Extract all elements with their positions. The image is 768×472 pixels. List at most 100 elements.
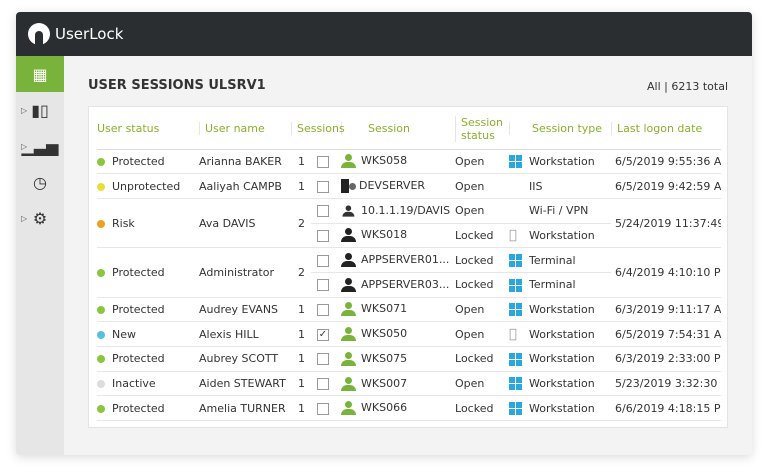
table-row[interactable]: Protected Arianna BAKER 1 WKS058 Open Worksta…: [97, 149, 722, 175]
status-dot-icon: [97, 182, 105, 191]
windows-icon: [509, 155, 523, 169]
user-name-cell: Ava DAVIS: [199, 198, 291, 249]
session-cell: WKS075: [341, 346, 456, 372]
session-status-cell: Open: [455, 297, 510, 323]
sidebar-item-sessions[interactable]: ▦: [16, 56, 64, 92]
table-row[interactable]: NewAlexis HILL1 ✓ WKS050Open Workstation6/…: [97, 321, 722, 347]
col-session-type[interactable]: Session type: [509, 109, 612, 150]
session-checkbox[interactable]: [317, 402, 329, 415]
last-logon-cell: 6/5/2019 9:42:59 AM: [611, 173, 722, 199]
user-name-cell: Aaliyah CAMPB: [199, 173, 291, 199]
userlock-logo-icon: [28, 23, 50, 45]
user-status-cell: Risk: [97, 198, 199, 249]
session-type-cell: Workstation: [529, 395, 612, 422]
session-cell: WKS007: [341, 371, 456, 397]
session-status-cell: Open: [455, 371, 510, 397]
session-type-cell: Wi-Fi / VPN: [529, 198, 612, 224]
status-dot-icon: [97, 305, 105, 314]
expand-arrow-icon[interactable]: ▷: [21, 106, 27, 115]
col-last-logon[interactable]: Last logon date: [611, 109, 722, 150]
session-cell: WKS050: [341, 321, 456, 347]
user-name-cell: Alexis HILL: [199, 321, 291, 347]
session-type-cell: Terminal: [529, 272, 612, 298]
grid-icon: ▦: [32, 64, 48, 84]
session-checkbox[interactable]: [317, 303, 329, 316]
user-name-cell: Aiden STEWART: [199, 371, 291, 397]
remote-user-icon: [342, 205, 355, 217]
user-icon: [341, 351, 357, 366]
session-checkbox[interactable]: [317, 378, 329, 391]
session-count: 1: [291, 395, 311, 422]
expand-arrow-icon[interactable]: ▷: [21, 214, 27, 223]
user-icon: [341, 154, 357, 169]
status-dot-icon: [97, 157, 105, 166]
windows-icon: [509, 377, 523, 391]
app-window: UserLock ▦ ▷ ▮▯ ▷ ▁▃▅ ◷ ▷ ⚙ USER SESSIONS U…: [16, 12, 752, 455]
session-type-cell: Workstation: [529, 346, 612, 372]
user-status-cell: Protected: [97, 346, 199, 372]
session-checkbox[interactable]: [317, 279, 329, 292]
session-count: 1: [291, 297, 311, 323]
user-name-cell: Administrator: [199, 247, 291, 298]
last-logon-cell: 5/24/2019 11:37:49 AM: [611, 198, 722, 249]
table-row[interactable]: Protected Aubrey SCOTT 1 WKS075 Locked Workst…: [97, 346, 722, 372]
table-row[interactable]: Inactive Aiden STEWART 1 WKS007 Open Workstat…: [97, 371, 722, 397]
user-icon: [341, 401, 357, 416]
col-session-status[interactable]: Session status: [455, 109, 510, 150]
user-status-cell: Protected: [97, 395, 199, 422]
session-cell: WKS058: [341, 149, 456, 175]
last-logon-cell: 6/5/2019 9:55:36 AM: [611, 149, 722, 175]
user-name-cell: Audrey EVANS: [199, 297, 291, 323]
session-checkbox[interactable]: [317, 229, 329, 242]
session-status-cell: Locked: [455, 272, 510, 298]
session-cell: WKS066: [341, 395, 456, 422]
session-cell: APPSERVER01...: [341, 247, 456, 273]
table-row[interactable]: Unprotected Aaliyah CAMPB 1 DEVSERVER Open II…: [97, 173, 722, 199]
session-type-cell: Workstation: [529, 223, 612, 249]
col-user-name[interactable]: User name: [199, 109, 291, 150]
session-checkbox[interactable]: [317, 205, 329, 218]
session-status-cell: Open: [455, 198, 510, 224]
last-logon-cell: 6/5/2019 7:54:31 AM: [611, 321, 722, 347]
session-checkbox[interactable]: ✓: [317, 328, 329, 341]
session-cell: 10.1.1.19/DAVIS: [341, 198, 456, 224]
windows-icon: [509, 352, 523, 366]
last-logon-cell: 5/23/2019 3:32:30 PM: [611, 371, 722, 397]
session-count: 1: [291, 149, 311, 175]
session-status-cell: Open: [455, 321, 510, 347]
header: UserLock: [16, 12, 752, 56]
session-checkbox[interactable]: [317, 353, 329, 366]
user-icon: [341, 228, 357, 243]
table-row[interactable]: Protected Administrator 2 APPSERVER01... Loc…: [97, 247, 722, 298]
table-row[interactable]: Protected Audrey EVANS 1 WKS071 Open Workstat…: [97, 297, 722, 323]
user-icon: [341, 253, 357, 268]
expand-arrow-icon[interactable]: ▷: [21, 142, 27, 151]
user-name-cell: Amelia TURNER: [199, 395, 291, 422]
sidebar-item-computers[interactable]: ▷ ▮▯: [16, 92, 64, 128]
status-dot-icon: [97, 404, 105, 413]
windows-icon: [509, 401, 523, 415]
user-name-cell: Arianna BAKER: [199, 149, 291, 175]
app-title: UserLock: [55, 25, 124, 43]
session-count: 1: [291, 173, 311, 199]
session-count: 1: [291, 371, 311, 397]
table-row[interactable]: Risk Ava DAVIS 2 10.1.1.19/DAVIS Open Wi-Fi /…: [97, 198, 722, 249]
sidebar-item-history[interactable]: ◷: [16, 164, 64, 200]
table-row[interactable]: Protected Amelia TURNER 1 WKS066 Locked Works…: [97, 395, 722, 422]
status-dot-icon: [97, 380, 105, 389]
session-type-cell: Workstation: [529, 371, 612, 397]
total-count[interactable]: All | 6213 total: [647, 80, 728, 93]
sidebar-item-reports[interactable]: ▷ ▁▃▅: [16, 128, 64, 164]
col-sessions[interactable]: Sessions: [291, 109, 345, 150]
session-checkbox[interactable]: [317, 155, 329, 168]
session-count: 2: [291, 198, 311, 249]
session-status-cell: Open: [455, 149, 510, 175]
windows-icon: [509, 253, 523, 267]
sidebar-item-settings[interactable]: ▷ ⚙: [16, 200, 64, 236]
session-status-cell: Locked: [455, 346, 510, 372]
session-checkbox[interactable]: [317, 254, 329, 267]
session-cell: WKS018: [341, 223, 456, 249]
col-session[interactable]: Session: [341, 109, 456, 150]
session-checkbox[interactable]: [317, 180, 329, 193]
col-user-status[interactable]: User status: [97, 109, 199, 150]
